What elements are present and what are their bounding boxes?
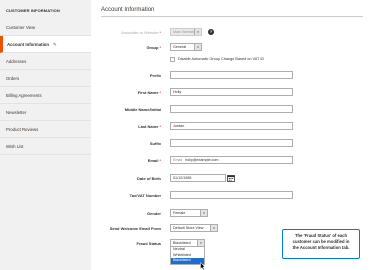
- sidebar-item-addresses[interactable]: Addresses: [0, 53, 91, 70]
- middle-name-label: Middle Name/Initial: [124, 107, 161, 112]
- sidebar-item-product-reviews[interactable]: Product Reviews: [0, 121, 91, 138]
- tax-input[interactable]: [170, 191, 293, 199]
- email-label: Email*: [147, 158, 161, 163]
- sidebar-item-label: Billing Agreements: [6, 93, 42, 98]
- disable-auto-group-checkbox[interactable]: [170, 57, 175, 62]
- sidebar-item-billing-agreements[interactable]: Billing Agreements: [0, 87, 91, 104]
- chevron-down-icon: ▾: [200, 210, 207, 216]
- welcome-email-label: Send Welcome Email From: [109, 226, 161, 231]
- last-name-input[interactable]: Jordan: [170, 122, 293, 130]
- first-name-input[interactable]: Holly: [170, 88, 293, 96]
- page-title: Account Information: [101, 7, 155, 13]
- sidebar-item-label: Orders: [6, 76, 20, 81]
- website-select: Main Website ▾: [170, 28, 202, 36]
- last-name-label: Last Name*: [138, 124, 161, 129]
- first-name-label: First Name*: [137, 90, 161, 95]
- chevron-down-icon: ▾: [194, 44, 201, 50]
- calendar-icon[interactable]: [227, 174, 235, 182]
- gender-label: Gender: [146, 211, 161, 216]
- sidebar-item-customer-view[interactable]: Customer View: [0, 19, 91, 36]
- prefix-input[interactable]: [170, 71, 293, 79]
- group-label: Group*: [146, 45, 161, 50]
- suffix-input[interactable]: [170, 139, 293, 147]
- group-select[interactable]: General ▾: [170, 43, 202, 51]
- website-label: Associate to Website*: [121, 30, 161, 35]
- chevron-down-icon: ▾: [194, 29, 201, 35]
- sidebar-item-label: Wish List: [6, 144, 24, 149]
- email-prefix: Email: [173, 158, 183, 162]
- dob-input[interactable]: 01/12/1985: [170, 174, 226, 182]
- disable-auto-group-label: Disable Automatic Group Change Based on …: [178, 57, 265, 61]
- dob-label: Date of Birth: [137, 176, 161, 181]
- sidebar-item-label: Account Information: [7, 42, 50, 47]
- sidebar-title: CUSTOMER INFORMATION: [6, 8, 60, 13]
- sidebar-item-account-information[interactable]: Account Information ✎: [0, 36, 91, 53]
- sidebar-item-newsletter[interactable]: Newsletter: [0, 104, 91, 121]
- callout-box: The 'Fraud Status' of each customer can …: [282, 229, 360, 259]
- sidebar-item-label: Addresses: [6, 59, 27, 64]
- sidebar: CUSTOMER INFORMATION Customer View Accou…: [0, 0, 91, 270]
- pencil-icon: ✎: [53, 42, 57, 47]
- sidebar-item-label: Customer View: [6, 25, 36, 30]
- email-input[interactable]: Email holly@example.com: [170, 156, 293, 164]
- sidebar-item-wish-list[interactable]: Wish List: [0, 138, 91, 155]
- chevron-down-icon: ▾: [210, 225, 217, 231]
- mouse-cursor-icon: [200, 262, 206, 270]
- title-divider: [101, 16, 363, 17]
- email-value: holly@example.com: [185, 158, 219, 162]
- sidebar-item-label: Product Reviews: [6, 127, 39, 132]
- sidebar-item-orders[interactable]: Orders: [0, 70, 91, 87]
- help-icon[interactable]: ?: [208, 29, 214, 35]
- prefix-label: Prefix: [149, 73, 161, 78]
- welcome-email-select[interactable]: Default Store View ▾: [170, 224, 218, 232]
- sidebar-item-label: Newsletter: [6, 110, 27, 115]
- middle-name-input[interactable]: [170, 105, 293, 113]
- tax-label: Tax/VAT Number: [129, 193, 161, 198]
- gender-select[interactable]: Female ▾: [170, 209, 208, 217]
- fraud-status-label: Fraud Status: [136, 241, 161, 246]
- suffix-label: Suffix: [149, 141, 161, 146]
- callout-line: the Account Information tab.: [292, 245, 350, 250]
